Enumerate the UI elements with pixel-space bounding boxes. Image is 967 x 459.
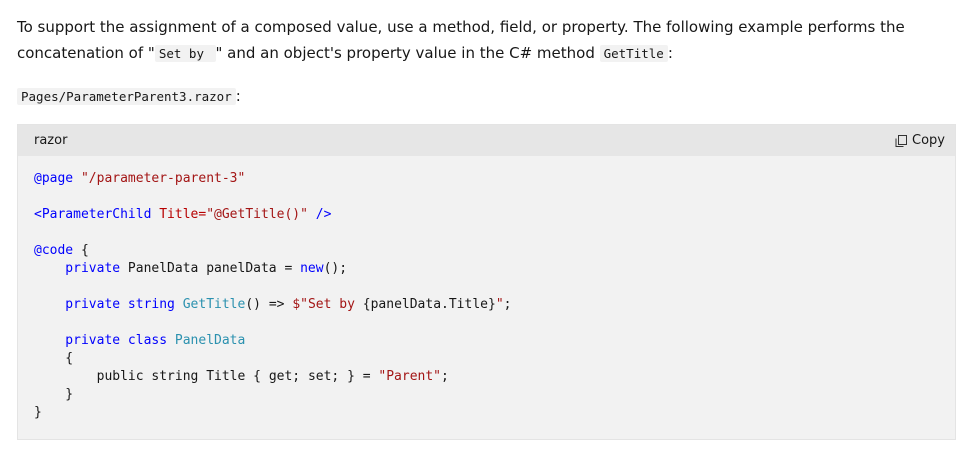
code-line: private string GetTitle() => $"Set by {p… <box>34 296 939 314</box>
intro-text-after: : <box>667 44 673 62</box>
code-token: () => <box>245 297 293 312</box>
code-token: $"Set by <box>292 297 363 312</box>
code-token: ; <box>503 297 512 312</box>
code-token: PanelData panelData = <box>127 261 301 276</box>
code-line: public string Title { get; set; } = "Par… <box>34 368 939 386</box>
file-path-code: Pages/ParameterParent3.razor <box>17 88 236 105</box>
code-token: @page <box>34 171 81 186</box>
code-line: private PanelData panelData = new(); <box>34 260 939 278</box>
code-token: class <box>127 333 175 348</box>
code-language-label: razor <box>34 133 68 148</box>
code-token: public <box>34 369 152 384</box>
copy-button-label: Copy <box>912 133 945 148</box>
code-token: private <box>34 261 128 276</box>
code-line: @code { <box>34 242 939 260</box>
code-token: @code <box>34 243 81 258</box>
code-content: @page "/parameter-parent-3" <ParameterChi… <box>18 156 955 422</box>
code-token: " <box>495 297 504 312</box>
code-line: } <box>34 386 939 404</box>
code-line: @page "/parameter-parent-3" <box>34 170 939 188</box>
code-block-header: razor Copy <box>18 125 955 156</box>
code-token: {panelData.Title} <box>362 297 496 312</box>
inline-code-set-by: Set by <box>154 45 216 62</box>
file-path-label: Pages/ParameterParent3.razor: <box>17 84 241 109</box>
code-line: } <box>34 404 939 422</box>
code-token: { <box>34 351 74 366</box>
intro-text-middle: " and an object's property value in the … <box>215 44 600 62</box>
copy-icon <box>895 134 908 147</box>
code-token: GetTitle <box>182 297 246 312</box>
code-token: string <box>127 297 183 312</box>
code-token: (); <box>323 261 348 276</box>
code-block: razor Copy @page "/parameter-parent-3" <P… <box>17 124 956 440</box>
code-token: Title= <box>159 207 207 222</box>
code-token: "@GetTitle()" <box>206 207 308 222</box>
intro-paragraph: To support the assignment of a composed … <box>17 14 962 67</box>
code-token: /> <box>307 207 332 222</box>
code-token: "Parent" <box>378 369 442 384</box>
code-token: "/parameter-parent-3" <box>80 171 246 186</box>
code-line: { <box>34 350 939 368</box>
code-token: PanelData <box>174 333 246 348</box>
file-path-suffix: : <box>235 87 241 105</box>
code-token: ; <box>441 369 449 384</box>
code-token: { <box>80 243 89 258</box>
code-line: private class PanelData <box>34 332 939 350</box>
code-line: <ParameterChild Title="@GetTitle()" /> <box>34 206 939 224</box>
inline-code-gettitle: GetTitle <box>599 45 668 62</box>
code-token: string <box>151 369 207 384</box>
copy-button[interactable]: Copy <box>894 133 945 148</box>
code-token: } <box>34 405 42 420</box>
docs-page: To support the assignment of a composed … <box>0 0 967 459</box>
code-token: } <box>34 387 74 402</box>
code-token: private <box>34 333 128 348</box>
code-token: private <box>34 297 128 312</box>
code-token: new <box>300 261 324 276</box>
code-token: <ParameterChild <box>34 207 160 222</box>
code-token: Title { get; set; } = <box>206 369 379 384</box>
